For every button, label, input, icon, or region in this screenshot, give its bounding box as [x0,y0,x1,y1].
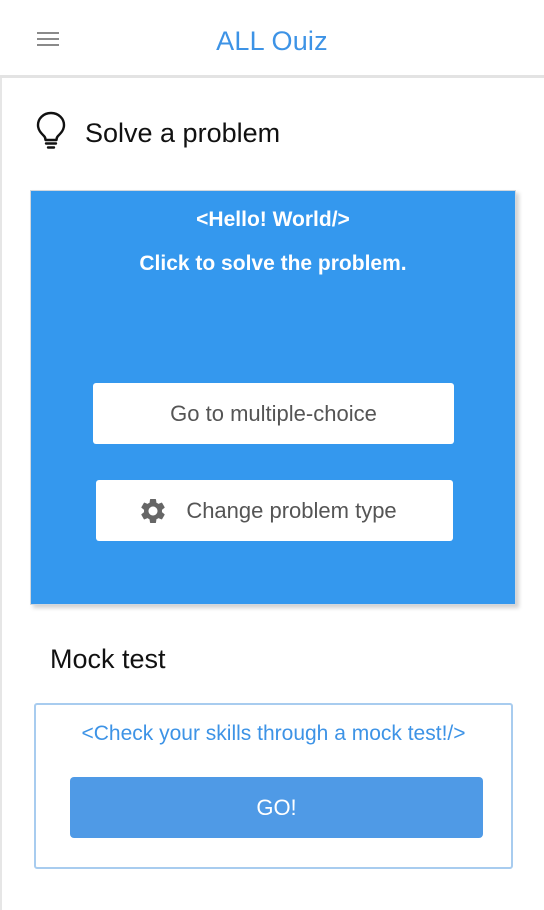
go-to-multiple-choice-button[interactable]: Go to multiple-choice [93,383,454,444]
go-button[interactable]: GO! [70,777,483,838]
card-heading: <Hello! World/> [196,208,350,231]
lightbulb-icon [36,111,66,149]
app-header: ALL Ouiz [0,0,544,78]
left-divider [0,78,2,910]
mock-test-title: Mock test [50,644,166,674]
go-button-label: GO! [256,794,297,820]
gear-icon [141,498,165,523]
solve-section-title: Solve a problem [85,118,281,148]
mock-test-card: <Check your skills through a mock test!/… [34,703,513,869]
change-problem-type-label: Change problem type [186,497,397,523]
go-to-multiple-choice-label: Go to multiple-choice [170,400,377,426]
solve-problem-card[interactable]: <Hello! World/> Click to solve the probl… [30,190,516,605]
app-title: ALL Ouiz [216,26,328,56]
mock-test-subtitle: <Check your skills through a mock test!/… [81,722,466,745]
card-subtitle[interactable]: Click to solve the problem. [31,252,515,276]
change-problem-type-button[interactable]: Change problem type [96,480,453,541]
